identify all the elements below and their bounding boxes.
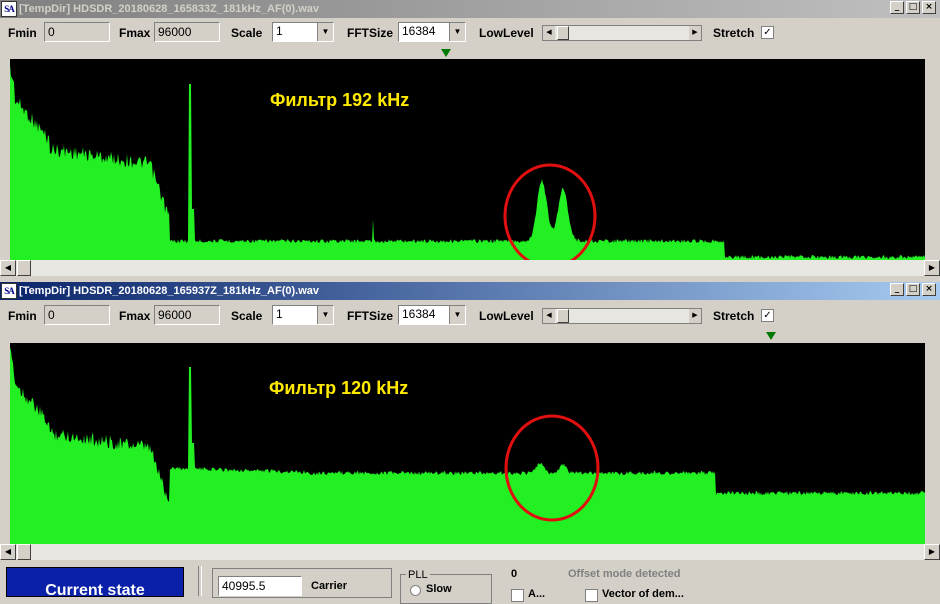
current-state-button[interactable]: Current state — [6, 567, 184, 597]
scroll-thumb[interactable] — [17, 544, 31, 560]
stretch-label: Stretch — [713, 26, 755, 40]
scroll-left-icon[interactable]: ◀ — [0, 544, 16, 560]
pll-group-label: PLL — [406, 569, 430, 581]
maximize-button[interactable]: □ — [906, 283, 920, 296]
filter-annotation: Фильтр 192 kHz — [270, 90, 410, 110]
maximize-button[interactable]: □ — [906, 1, 920, 14]
scale-label: Scale — [231, 309, 263, 323]
slider-thumb[interactable] — [557, 309, 569, 323]
fmin-field[interactable]: 0 — [44, 305, 110, 325]
fftsize-label: FFTSize — [347, 26, 394, 40]
pll-slow-radio[interactable] — [410, 585, 421, 596]
window1-hscrollbar[interactable]: ◀ ▶ — [0, 260, 940, 276]
fftsize-label: FFTSize — [347, 309, 394, 323]
lowlevel-label: LowLevel — [479, 26, 534, 40]
scale-value: 1 — [276, 24, 283, 38]
frequency-marker[interactable] — [766, 332, 776, 340]
spectrum-graph — [10, 347, 925, 544]
fftsize-value: 16384 — [402, 307, 436, 321]
scale-value: 1 — [276, 307, 283, 321]
lowlevel-label: LowLevel — [479, 309, 534, 323]
checkbox-a-label: A... — [528, 588, 546, 600]
lowlevel-slider[interactable]: ◀ ▶ — [542, 25, 702, 41]
fftsize-value: 16384 — [402, 24, 436, 38]
offset-status: Offset mode detected — [568, 568, 681, 580]
chevron-down-icon[interactable]: ▼ — [449, 23, 465, 41]
fmax-field[interactable]: 96000 — [154, 305, 220, 325]
window1-titlebar[interactable]: SA [TempDir] HDSDR_20180628_165833Z_181k… — [0, 0, 940, 18]
stretch-checkbox[interactable]: ✓ — [761, 26, 774, 39]
scroll-right-icon[interactable]: ▶ — [924, 544, 940, 560]
window1-spectrum[interactable]: Фильтр 192 kHz — [10, 59, 925, 260]
lowlevel-slider[interactable]: ◀ ▶ — [542, 308, 702, 324]
checkbox-a[interactable] — [511, 589, 524, 602]
chevron-down-icon[interactable]: ▼ — [317, 306, 333, 324]
window2-hscrollbar[interactable]: ◀ ▶ — [0, 544, 940, 560]
scroll-left-icon[interactable]: ◀ — [0, 260, 16, 276]
carrier-label: Carrier — [311, 580, 348, 592]
scroll-thumb[interactable] — [17, 260, 31, 276]
filter-annotation: Фильтр 120 kHz — [269, 378, 409, 398]
scale-select[interactable]: 1 ▼ — [272, 22, 334, 42]
fmin-label: Fmin — [8, 26, 37, 40]
fmin-field[interactable]: 0 — [44, 22, 110, 42]
fftsize-select[interactable]: 16384 ▼ — [398, 22, 466, 42]
window2-toolbar: Fmin 0 Fmax 96000 Scale 1 ▼ FFTSize 1638… — [0, 302, 940, 330]
window1-title: [TempDir] HDSDR_20180628_165833Z_181kHz_… — [19, 3, 320, 15]
chevron-down-icon[interactable]: ▼ — [317, 23, 333, 41]
window1-toolbar: Fmin 0 Fmax 96000 Scale 1 ▼ FFTSize 1638… — [0, 19, 940, 47]
pll-slow-label: Slow — [426, 583, 452, 595]
window2-title: [TempDir] HDSDR_20180628_165937Z_181kHz_… — [19, 285, 320, 297]
fmin-label: Fmin — [8, 309, 37, 323]
slider-thumb[interactable] — [557, 26, 569, 40]
app-icon: SA — [1, 283, 17, 299]
fmax-field[interactable]: 96000 — [154, 22, 220, 42]
window2-titlebar[interactable]: SA [TempDir] HDSDR_20180628_165937Z_181k… — [0, 282, 940, 300]
stretch-checkbox[interactable]: ✓ — [761, 309, 774, 322]
bottom-panel: Current state 40995.5 Carrier PLL Slow 0… — [0, 560, 940, 604]
close-button[interactable]: × — [922, 1, 936, 14]
arrow-left-icon[interactable]: ◀ — [543, 309, 555, 323]
minimize-button[interactable]: _ — [890, 1, 904, 14]
window2-spectrum[interactable]: Фильтр 120 kHz — [10, 343, 925, 544]
frequency-marker[interactable] — [441, 49, 451, 57]
close-button[interactable]: × — [922, 283, 936, 296]
chevron-down-icon[interactable]: ▼ — [449, 306, 465, 324]
scroll-right-icon[interactable]: ▶ — [924, 260, 940, 276]
scale-select[interactable]: 1 ▼ — [272, 305, 334, 325]
arrow-right-icon[interactable]: ▶ — [689, 26, 701, 40]
app-icon: SA — [1, 1, 17, 17]
divider — [198, 566, 202, 596]
fmax-label: Fmax — [119, 26, 151, 40]
arrow-left-icon[interactable]: ◀ — [543, 26, 555, 40]
fmax-label: Fmax — [119, 309, 151, 323]
spectrum-graph — [10, 64, 925, 260]
fftsize-select[interactable]: 16384 ▼ — [398, 305, 466, 325]
arrow-right-icon[interactable]: ▶ — [689, 309, 701, 323]
scale-label: Scale — [231, 26, 263, 40]
count-value: 0 — [511, 568, 518, 580]
vector-checkbox-label: Vector of dem... — [602, 588, 684, 600]
minimize-button[interactable]: _ — [890, 283, 904, 296]
carrier-field[interactable]: 40995.5 — [218, 576, 302, 596]
stretch-label: Stretch — [713, 309, 755, 323]
vector-checkbox[interactable] — [585, 589, 598, 602]
